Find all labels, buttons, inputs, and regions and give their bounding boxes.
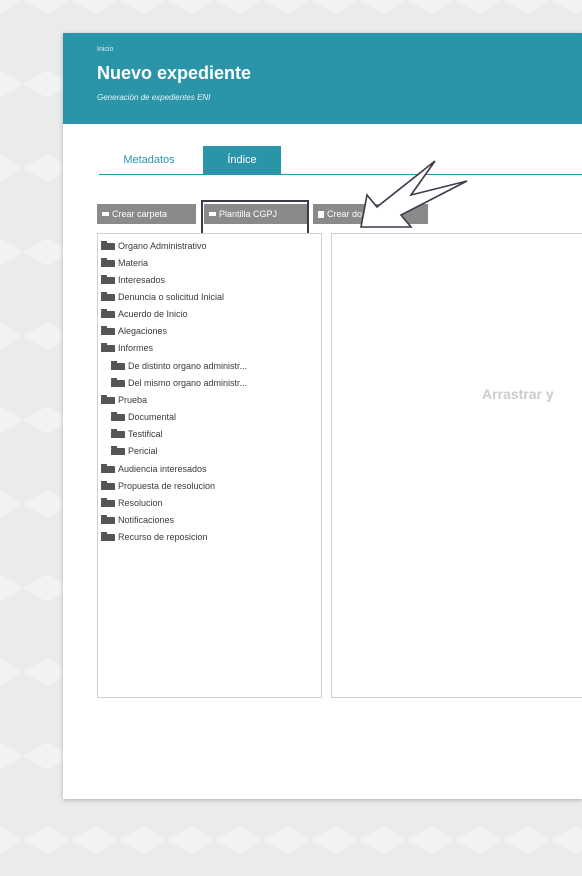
tab-indice[interactable]: Índice <box>203 146 281 174</box>
tabs-divider <box>99 174 582 175</box>
tree-item-label: Interesados <box>118 275 166 285</box>
tree-item[interactable]: Interesados <box>101 272 165 289</box>
tree-item-label: Informes <box>118 343 154 353</box>
tree-item-label: Resolucion <box>118 498 163 508</box>
folder-icon <box>101 275 115 284</box>
page-header: Inicio Nuevo expediente Generación de ex… <box>63 33 582 124</box>
tab-metadatos[interactable]: Metadatos <box>107 146 191 174</box>
main-card: Inicio Nuevo expediente Generación de ex… <box>63 33 582 799</box>
document-icon <box>318 210 324 218</box>
folder-icon <box>111 412 125 421</box>
drop-zone-text: Arrastrar y <box>482 386 554 402</box>
document-drop-zone[interactable]: Arrastrar y <box>331 233 582 698</box>
tree-item[interactable]: Del mismo organo administr... <box>111 375 247 392</box>
tree-item-label: Recurso de reposicion <box>118 532 208 542</box>
tree-item[interactable]: Recurso de reposicion <box>101 529 208 546</box>
folder-icon <box>101 532 115 541</box>
folder-icon <box>101 343 115 352</box>
tree-item-label: Propuesta de resolucion <box>118 481 216 491</box>
folder-icon <box>111 378 125 387</box>
folder-icon <box>209 212 216 216</box>
tree-item[interactable]: Alegaciones <box>101 323 167 340</box>
tree-item[interactable]: Materia <box>101 255 148 272</box>
tree-item[interactable]: Pericial <box>111 443 158 460</box>
tree-item-label: Notificaciones <box>118 515 175 525</box>
tree-item-label: De distinto organo administr... <box>128 361 248 371</box>
tree-item-label: Del mismo organo administr... <box>128 378 248 388</box>
tree-item-label: Testifical <box>128 429 163 439</box>
tree-item[interactable]: Acuerdo de Inicio <box>101 306 188 323</box>
tree-item[interactable]: Informes <box>101 340 153 357</box>
tree-item-label: Prueba <box>118 395 148 405</box>
tree-item-label: Acuerdo de Inicio <box>118 309 188 319</box>
tree-item[interactable]: Testifical <box>111 426 163 443</box>
folder-icon <box>101 258 115 267</box>
index-tree-panel[interactable]: Organo Administrativo Materia Interesado… <box>97 233 322 698</box>
folder-icon <box>101 498 115 507</box>
tree-item[interactable]: Notificaciones <box>101 512 174 529</box>
template-cgpj-button[interactable]: Plantilla CGPJ <box>204 204 307 224</box>
page-subtitle: Generación de expedientes ENI <box>97 93 211 102</box>
tree-item-label: Audiencia interesados <box>118 464 207 474</box>
tree-item-label: Denuncia o solicitud Inicial <box>118 292 225 302</box>
breadcrumb[interactable]: Inicio <box>97 46 113 53</box>
folder-icon <box>101 395 115 404</box>
tree-item[interactable]: Denuncia o solicitud Inicial <box>101 289 224 306</box>
tree-item-label: Documental <box>128 412 177 422</box>
tree-item-label: Materia <box>118 258 149 268</box>
page-title: Nuevo expediente <box>97 63 252 83</box>
tree-item[interactable]: Resolucion <box>101 495 163 512</box>
tree-item[interactable]: Prueba <box>101 392 147 409</box>
tree-item-label: Organo Administrativo <box>118 241 207 251</box>
tree-item[interactable]: Audiencia interesados <box>101 461 207 478</box>
folder-icon <box>101 326 115 335</box>
folder-icon <box>101 241 115 250</box>
pointer-arrow-annotation <box>360 160 468 228</box>
create-folder-button[interactable]: Crear carpeta <box>97 204 196 224</box>
tree-item[interactable]: Documental <box>111 409 176 426</box>
tree-item-label: Pericial <box>128 446 158 456</box>
folder-icon <box>111 361 125 370</box>
folder-icon <box>101 292 115 301</box>
tree-item[interactable]: Propuesta de resolucion <box>101 478 215 495</box>
template-cgpj-label: Plantilla CGPJ <box>219 209 278 219</box>
folder-icon <box>101 464 115 473</box>
create-folder-label: Crear carpeta <box>112 209 168 219</box>
tree-item-label: Alegaciones <box>118 326 168 336</box>
folder-icon <box>101 515 115 524</box>
tree-item[interactable]: De distinto organo administr... <box>111 358 247 375</box>
folder-icon <box>111 446 125 455</box>
folder-icon <box>101 481 115 490</box>
tree-item[interactable]: Organo Administrativo <box>101 238 207 255</box>
folder-icon <box>111 429 125 438</box>
folder-icon <box>101 309 115 318</box>
folder-icon <box>102 212 109 216</box>
